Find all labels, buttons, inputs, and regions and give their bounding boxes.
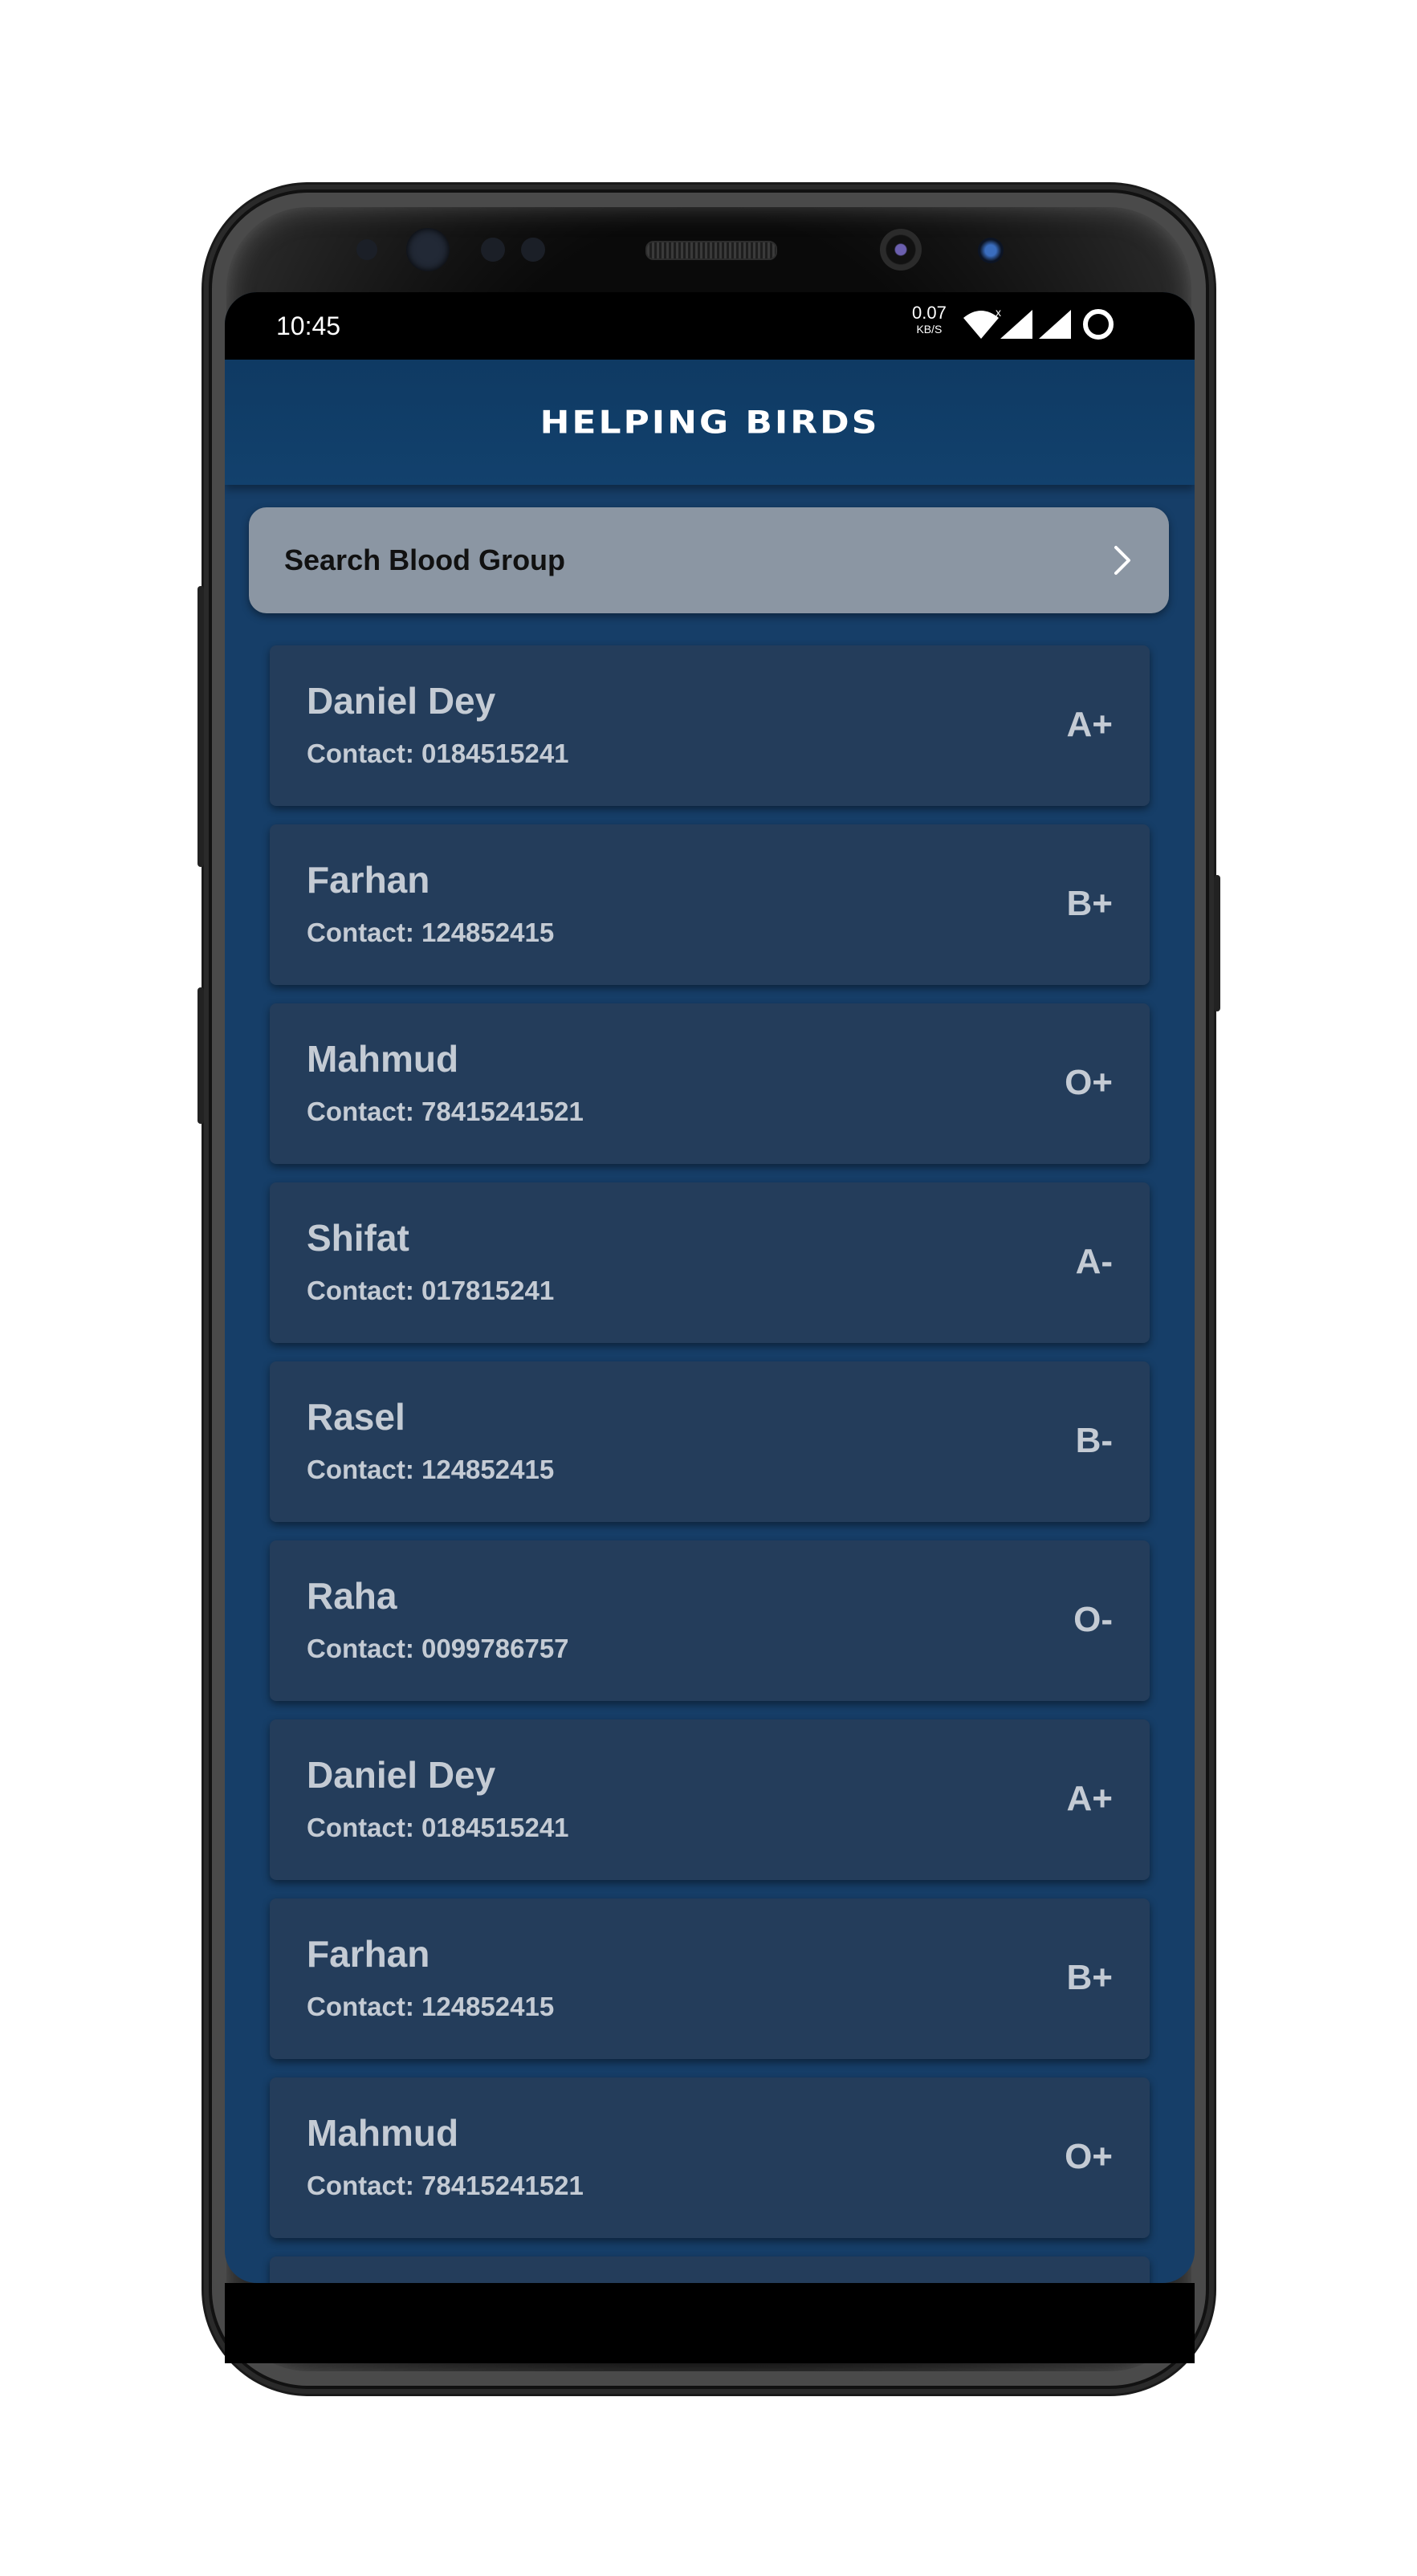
donor-card[interactable]: Daniel Dey Contact: 0184515241 A+: [270, 645, 1150, 806]
donor-name: Farhan: [307, 859, 430, 901]
volume-button: [197, 586, 204, 867]
donor-name: Mahmud: [307, 1038, 459, 1080]
status-icons: x: [963, 307, 1114, 340]
donor-card[interactable]: Raha Contact: 0099786757 O-: [270, 1540, 1150, 1701]
camera-lens-icon: [978, 238, 1004, 263]
bottom-bezel: [225, 2283, 1195, 2363]
signal-icon: [1039, 310, 1071, 339]
wifi-icon: [963, 311, 999, 339]
blood-group-label: A+: [1066, 705, 1113, 744]
donor-name: Shifat: [307, 1217, 409, 1259]
status-time: 10:45: [276, 311, 341, 340]
app-bar: Helping Birds: [225, 360, 1195, 485]
status-bar: 10:45 0.07 KB/S x: [225, 292, 1195, 360]
donor-contact: Contact: 0184515241: [307, 739, 569, 768]
camera-lens-icon: [880, 229, 922, 271]
blood-group-label: O+: [1065, 2137, 1113, 2176]
donor-name: Daniel Dey: [307, 1754, 496, 1796]
donor-contact: Contact: 017815241: [307, 1276, 555, 1305]
donor-contact: Contact: 78415241521: [307, 1097, 584, 1126]
front-sensor: [481, 238, 505, 262]
search-blood-group-button[interactable]: Search Blood Group: [249, 507, 1169, 613]
app-title: Helping Birds: [540, 404, 880, 441]
blood-group-label: A+: [1066, 1779, 1113, 1818]
donor-card[interactable]: [270, 2257, 1150, 2283]
blood-group-label: B+: [1066, 884, 1113, 923]
donor-contact: Contact: 0099786757: [307, 1634, 569, 1663]
signal-icon: x: [996, 307, 1032, 339]
donor-name: Daniel Dey: [307, 680, 496, 722]
donor-card[interactable]: Rasel Contact: 124852415 B-: [270, 1361, 1150, 1522]
blood-group-label: A-: [1075, 1242, 1113, 1281]
blood-group-label: O-: [1073, 1600, 1113, 1639]
earpiece-speaker: [645, 241, 777, 260]
front-sensor: [356, 239, 377, 260]
donor-name: Farhan: [307, 1933, 430, 1975]
power-button: [1214, 875, 1220, 1011]
donor-contact: Contact: 124852415: [307, 918, 555, 947]
donor-card[interactable]: Mahmud Contact: 78415241521 O+: [270, 2077, 1150, 2238]
blood-group-label: B-: [1075, 1421, 1113, 1460]
svg-text:x: x: [996, 307, 1001, 319]
front-sensor: [521, 238, 545, 262]
bixby-button: [197, 987, 204, 1124]
donor-name: Rasel: [307, 1396, 405, 1438]
donor-contact: Contact: 124852415: [307, 1992, 555, 2021]
donor-card[interactable]: Shifat Contact: 017815241 A-: [270, 1182, 1150, 1343]
front-camera-icon: [406, 228, 450, 271]
donor-contact: Contact: 124852415: [307, 1455, 555, 1484]
donor-name: Raha: [307, 1575, 397, 1617]
donor-card[interactable]: Farhan Contact: 124852415 B+: [270, 1898, 1150, 2059]
network-speed-value: 0.07: [912, 303, 947, 323]
donor-contact: Contact: 0184515241: [307, 1813, 569, 1842]
battery-ring-icon: [1083, 309, 1114, 340]
donor-name: Mahmud: [307, 2112, 459, 2154]
phone-frame: 10:45 0.07 KB/S x Helping Birds Search B…: [197, 185, 1220, 2394]
donor-card[interactable]: Farhan Contact: 124852415 B+: [270, 824, 1150, 985]
chevron-right-icon: [1114, 546, 1130, 575]
donor-card[interactable]: Daniel Dey Contact: 0184515241 A+: [270, 1719, 1150, 1880]
donor-card[interactable]: Mahmud Contact: 78415241521 O+: [270, 1003, 1150, 1164]
search-label: Search Blood Group: [284, 543, 566, 576]
blood-group-label: O+: [1065, 1063, 1113, 1102]
blood-group-label: B+: [1066, 1958, 1113, 1997]
network-speed: 0.07 KB/S: [912, 303, 947, 337]
app-screen: 10:45 0.07 KB/S x Helping Birds Search B…: [225, 292, 1195, 2283]
network-speed-unit: KB/S: [916, 323, 943, 336]
donor-contact: Contact: 78415241521: [307, 2171, 584, 2200]
